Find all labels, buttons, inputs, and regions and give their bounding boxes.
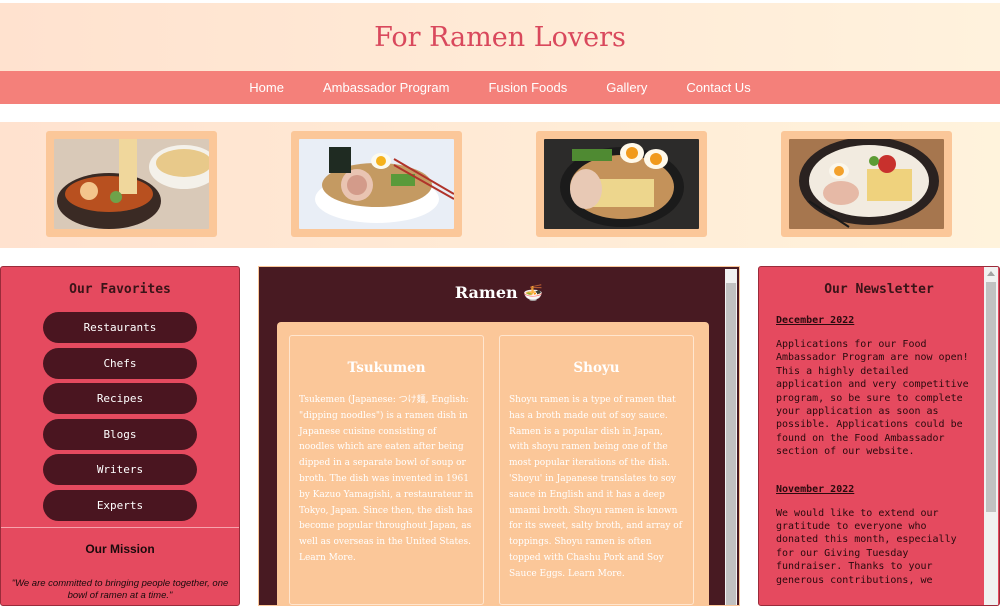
tonkotsu-ramen-photo bbox=[789, 139, 944, 229]
restaurants-button[interactable]: Restaurants bbox=[43, 312, 197, 343]
image-gallery bbox=[0, 122, 1000, 248]
ramen-panel: Ramen 🍜 Tsukumen Tsukemen (Japanese: つけ麺… bbox=[258, 266, 740, 606]
newsletter-date: November 2022 bbox=[776, 483, 855, 495]
favorites-list: Restaurants Chefs Recipes Blogs Writers … bbox=[1, 312, 239, 521]
mission-heading: Our Mission bbox=[85, 541, 155, 556]
gallery-thumb bbox=[46, 131, 217, 237]
card-text: Tsukemen (Japanese: つけ麺, English: "dippi… bbox=[299, 395, 474, 563]
blogs-button[interactable]: Blogs bbox=[43, 418, 197, 450]
card-title: Tsukumen bbox=[347, 360, 426, 376]
sidebar-divider bbox=[1, 526, 239, 528]
card-text: Shoyu ramen is a type of ramen that has … bbox=[509, 395, 683, 579]
newsletter-text: We would like to extend our gratitude to… bbox=[776, 507, 957, 586]
cards-container: Tsukumen Tsukemen (Japanese: つけ麺, Englis… bbox=[277, 322, 709, 605]
gallery-thumb bbox=[536, 131, 707, 237]
tsukemen-card: Tsukumen Tsukemen (Japanese: つけ麺, Englis… bbox=[289, 335, 484, 605]
ramen-scrollbar[interactable] bbox=[725, 269, 737, 605]
card-title: Shoyu bbox=[573, 360, 620, 376]
ramen-scrollbar-thumb[interactable] bbox=[726, 283, 736, 605]
ramen-title: Ramen 🍜 bbox=[454, 283, 544, 302]
experts-button[interactable]: Experts bbox=[43, 489, 197, 521]
newsletter-date: December 2022 bbox=[776, 315, 855, 326]
recipes-button[interactable]: Recipes bbox=[43, 383, 197, 414]
site-header: For Ramen Lovers bbox=[0, 3, 1000, 71]
ramen-bowl-photo bbox=[544, 139, 699, 229]
nav-ambassador-program[interactable]: Ambassador Program bbox=[303, 80, 468, 95]
newsletter-text: Applications for our Food Ambassador Pro… bbox=[776, 339, 969, 458]
writers-button[interactable]: Writers bbox=[43, 454, 197, 485]
nav-home[interactable]: Home bbox=[230, 80, 304, 95]
nav-fusion-foods[interactable]: Fusion Foods bbox=[469, 80, 587, 95]
tsukemen-photo bbox=[54, 139, 209, 229]
favorites-heading: Our Favorites bbox=[69, 282, 171, 297]
main-nav: Home Ambassador Program Fusion Foods Gal… bbox=[0, 71, 1000, 104]
newsletter-body: December 2022 Applications for our Food … bbox=[759, 315, 999, 587]
gallery-thumb bbox=[781, 131, 952, 237]
site-title: For Ramen Lovers bbox=[374, 22, 626, 53]
shoyu-card: Shoyu Shoyu ramen is a type of ramen tha… bbox=[499, 335, 694, 605]
newsletter-sidebar: Our Newsletter December 2022 Application… bbox=[758, 266, 1000, 606]
newsletter-scrollbar-thumb[interactable] bbox=[986, 282, 996, 512]
gallery-thumb bbox=[291, 131, 462, 237]
newsletter-scrollbar[interactable] bbox=[984, 267, 998, 605]
nav-gallery[interactable]: Gallery bbox=[587, 80, 667, 95]
favorites-sidebar: Our Favorites Restaurants Chefs Recipes … bbox=[0, 266, 240, 606]
scroll-up-arrow-icon[interactable] bbox=[987, 271, 995, 276]
shoyu-ramen-photo bbox=[299, 139, 454, 229]
newsletter-heading: Our Newsletter bbox=[824, 282, 934, 297]
chefs-button[interactable]: Chefs bbox=[43, 347, 197, 379]
nav-contact-us[interactable]: Contact Us bbox=[667, 80, 770, 95]
mission-text: "We are committed to bringing people tog… bbox=[11, 577, 229, 601]
